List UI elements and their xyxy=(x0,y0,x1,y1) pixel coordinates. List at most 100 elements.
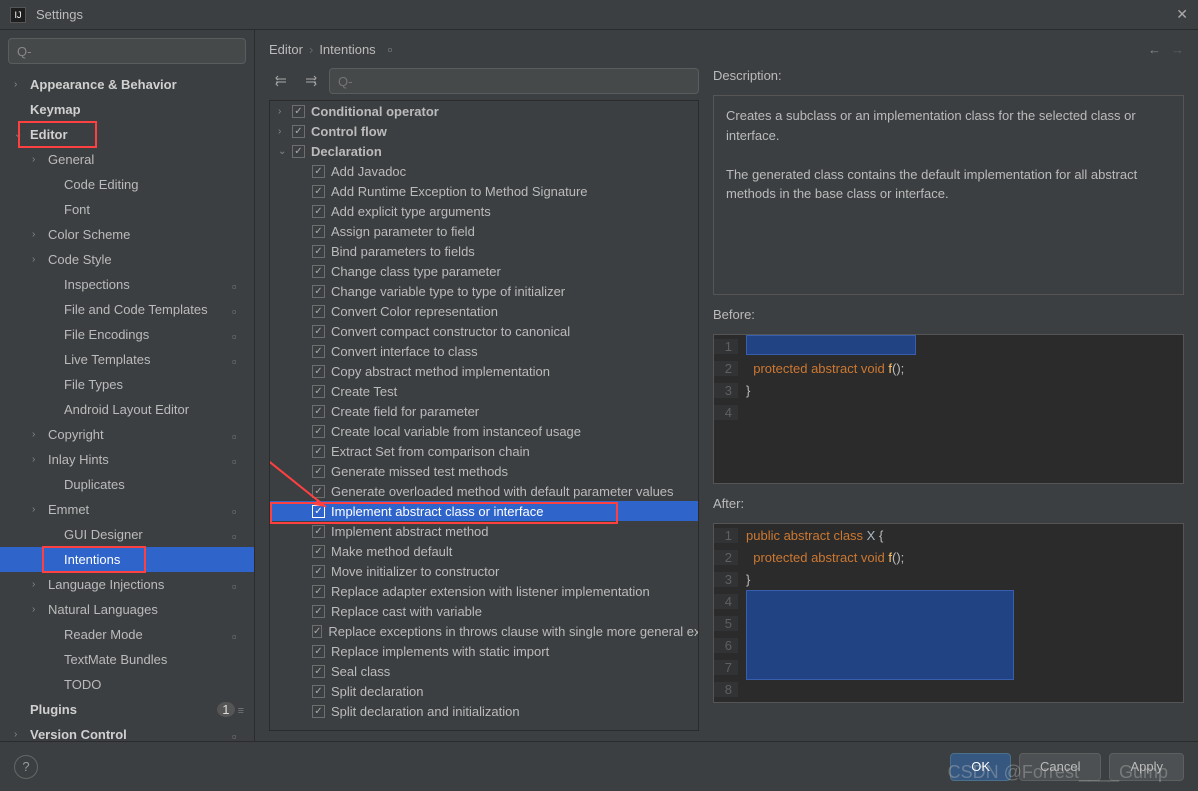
checkbox[interactable] xyxy=(312,505,325,518)
intention-row[interactable]: Assign parameter to field xyxy=(270,221,698,241)
intention-row[interactable]: Split declaration xyxy=(270,681,698,701)
settings-search-input[interactable] xyxy=(8,38,246,64)
sidebar-item-language-injections[interactable]: ›Language Injections▫ xyxy=(0,572,254,597)
checkbox[interactable] xyxy=(312,625,322,638)
collapse-all-icon[interactable] xyxy=(299,69,323,93)
sidebar-item-textmate-bundles[interactable]: TextMate Bundles xyxy=(0,647,254,672)
sidebar-item-natural-languages[interactable]: ›Natural Languages xyxy=(0,597,254,622)
sidebar-item-file-types[interactable]: File Types xyxy=(0,372,254,397)
sidebar-item-font[interactable]: Font xyxy=(0,197,254,222)
checkbox[interactable] xyxy=(312,285,325,298)
sidebar-item-reader-mode[interactable]: Reader Mode▫ xyxy=(0,622,254,647)
intention-row[interactable]: Add Runtime Exception to Method Signatur… xyxy=(270,181,698,201)
sidebar-item-file-and-code-templates[interactable]: File and Code Templates▫ xyxy=(0,297,254,322)
sidebar-item-inlay-hints[interactable]: ›Inlay Hints▫ xyxy=(0,447,254,472)
intention-row[interactable]: Create Test xyxy=(270,381,698,401)
sidebar-item-color-scheme[interactable]: ›Color Scheme xyxy=(0,222,254,247)
checkbox[interactable] xyxy=(312,205,325,218)
intention-row[interactable]: Implement abstract class or interface xyxy=(270,501,698,521)
intention-row[interactable]: Add explicit type arguments xyxy=(270,201,698,221)
checkbox[interactable] xyxy=(312,185,325,198)
checkbox[interactable] xyxy=(312,525,325,538)
intention-row[interactable]: Make method default xyxy=(270,541,698,561)
intention-row[interactable]: ›Control flow xyxy=(270,121,698,141)
sidebar-item-keymap[interactable]: Keymap xyxy=(0,97,254,122)
checkbox[interactable] xyxy=(312,225,325,238)
sidebar-item-appearance-behavior[interactable]: ›Appearance & Behavior xyxy=(0,72,254,97)
intention-row[interactable]: Split declaration and initialization xyxy=(270,701,698,721)
checkbox[interactable] xyxy=(312,645,325,658)
intention-row[interactable]: Create field for parameter xyxy=(270,401,698,421)
intention-row[interactable]: Change variable type to type of initiali… xyxy=(270,281,698,301)
intention-row[interactable]: Bind parameters to fields xyxy=(270,241,698,261)
help-icon[interactable]: ? xyxy=(14,755,38,779)
intention-row[interactable]: Copy abstract method implementation xyxy=(270,361,698,381)
intention-row[interactable]: ⌄Declaration xyxy=(270,141,698,161)
sidebar-item-live-templates[interactable]: Live Templates▫ xyxy=(0,347,254,372)
intention-row[interactable]: Add Javadoc xyxy=(270,161,698,181)
sidebar-item-version-control[interactable]: ›Version Control▫ xyxy=(0,722,254,741)
checkbox[interactable] xyxy=(312,345,325,358)
checkbox[interactable] xyxy=(312,485,325,498)
checkbox[interactable] xyxy=(292,145,305,158)
checkbox[interactable] xyxy=(312,165,325,178)
intention-row[interactable]: Create local variable from instanceof us… xyxy=(270,421,698,441)
forward-icon[interactable]: → xyxy=(1171,42,1184,57)
intention-filter-input[interactable] xyxy=(329,68,699,94)
sidebar-item-gui-designer[interactable]: GUI Designer▫ xyxy=(0,522,254,547)
checkbox[interactable] xyxy=(312,245,325,258)
popup-icon[interactable]: ▫ xyxy=(388,42,393,57)
sidebar-item-copyright[interactable]: ›Copyright▫ xyxy=(0,422,254,447)
intention-row[interactable]: Extract Set from comparison chain xyxy=(270,441,698,461)
checkbox[interactable] xyxy=(312,465,325,478)
intention-row[interactable]: ›Conditional operator xyxy=(270,101,698,121)
intention-row[interactable]: Convert compact constructor to canonical xyxy=(270,321,698,341)
sidebar-item-duplicates[interactable]: Duplicates xyxy=(0,472,254,497)
checkbox[interactable] xyxy=(292,105,305,118)
intention-row[interactable]: Replace adapter extension with listener … xyxy=(270,581,698,601)
ok-button[interactable]: OK xyxy=(950,753,1011,781)
breadcrumb-editor[interactable]: Editor xyxy=(269,42,303,57)
checkbox[interactable] xyxy=(312,425,325,438)
sidebar-item-general[interactable]: ›General xyxy=(0,147,254,172)
checkbox[interactable] xyxy=(312,445,325,458)
sidebar-item-code-editing[interactable]: Code Editing xyxy=(0,172,254,197)
checkbox[interactable] xyxy=(292,125,305,138)
intention-row[interactable]: Implement abstract method xyxy=(270,521,698,541)
checkbox[interactable] xyxy=(312,405,325,418)
sidebar-item-android-layout-editor[interactable]: Android Layout Editor xyxy=(0,397,254,422)
intention-row[interactable]: Move initializer to constructor xyxy=(270,561,698,581)
sidebar-item-code-style[interactable]: ›Code Style xyxy=(0,247,254,272)
checkbox[interactable] xyxy=(312,385,325,398)
intention-row[interactable]: Seal class xyxy=(270,661,698,681)
intention-row[interactable]: Generate missed test methods xyxy=(270,461,698,481)
intention-row[interactable]: Change class type parameter xyxy=(270,261,698,281)
checkbox[interactable] xyxy=(312,665,325,678)
checkbox[interactable] xyxy=(312,365,325,378)
checkbox[interactable] xyxy=(312,265,325,278)
back-icon[interactable]: ← xyxy=(1148,42,1161,57)
checkbox[interactable] xyxy=(312,325,325,338)
intention-row[interactable]: Replace implements with static import xyxy=(270,641,698,661)
checkbox[interactable] xyxy=(312,605,325,618)
checkbox[interactable] xyxy=(312,685,325,698)
intention-row[interactable]: Convert interface to class xyxy=(270,341,698,361)
checkbox[interactable] xyxy=(312,565,325,578)
intention-row[interactable]: Convert Color representation xyxy=(270,301,698,321)
sidebar-item-editor[interactable]: ⌄Editor xyxy=(0,122,254,147)
settings-tree[interactable]: ›Appearance & BehaviorKeymap⌄Editor›Gene… xyxy=(0,72,254,741)
sidebar-item-file-encodings[interactable]: File Encodings▫ xyxy=(0,322,254,347)
sidebar-item-todo[interactable]: TODO xyxy=(0,672,254,697)
sidebar-item-plugins[interactable]: Plugins1 ≡ xyxy=(0,697,254,722)
expand-all-icon[interactable] xyxy=(269,69,293,93)
checkbox[interactable] xyxy=(312,305,325,318)
intention-tree[interactable]: ›Conditional operator›Control flow⌄Decla… xyxy=(269,100,699,731)
checkbox[interactable] xyxy=(312,705,325,718)
apply-button[interactable]: Apply xyxy=(1109,753,1184,781)
intention-row[interactable]: Replace exceptions in throws clause with… xyxy=(270,621,698,641)
intention-row[interactable]: Replace cast with variable xyxy=(270,601,698,621)
intention-row[interactable]: Generate overloaded method with default … xyxy=(270,481,698,501)
sidebar-item-inspections[interactable]: Inspections▫ xyxy=(0,272,254,297)
cancel-button[interactable]: Cancel xyxy=(1019,753,1101,781)
sidebar-item-emmet[interactable]: ›Emmet▫ xyxy=(0,497,254,522)
